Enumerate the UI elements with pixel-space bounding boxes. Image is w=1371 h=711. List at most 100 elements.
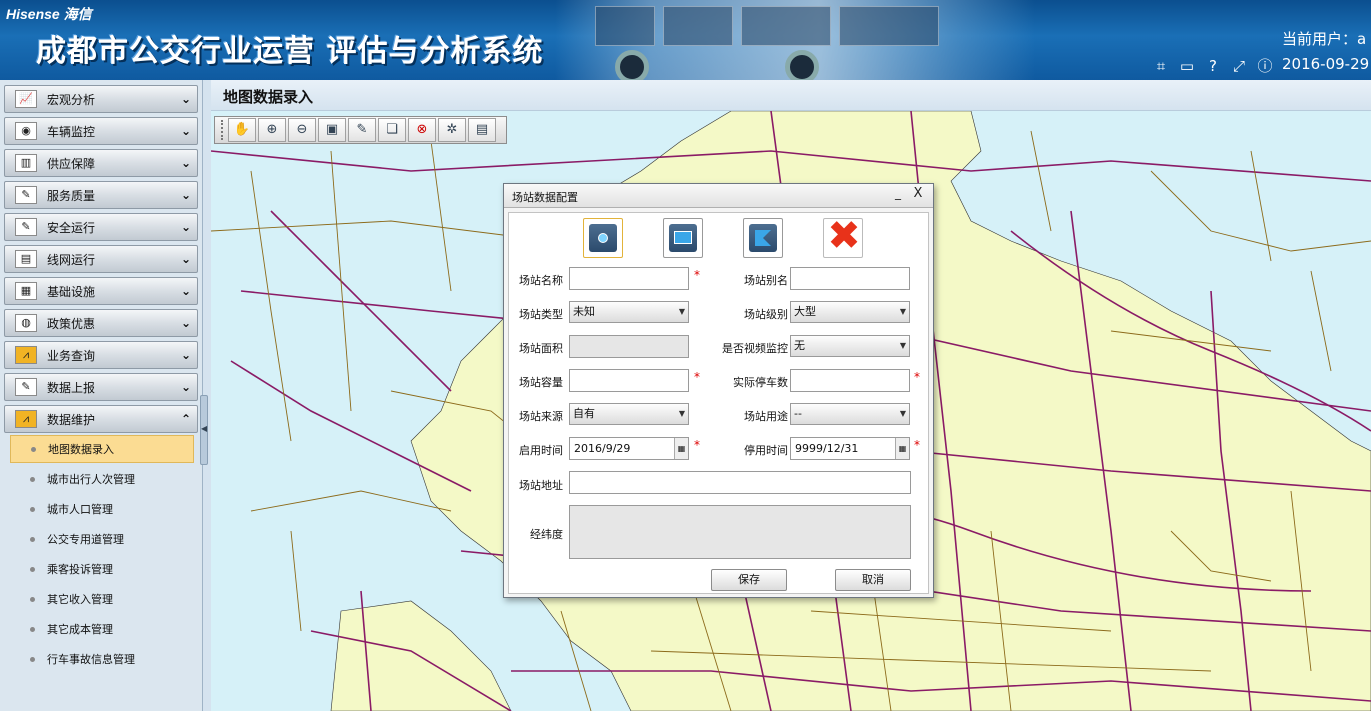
- coordinates-label: 经纬度: [530, 528, 563, 541]
- current-date: 2016-09-29: [1282, 55, 1370, 73]
- save-button[interactable]: 保存: [711, 569, 787, 591]
- station-config-dialog: 场站数据配置 _ X ✖ 场站名称 * 场站别名 场站类型 未知 ▼ 场站级别 大…: [503, 183, 934, 598]
- polygon-shape-button[interactable]: [743, 218, 783, 258]
- station-source-label: 场站来源: [519, 410, 563, 423]
- sidebar-item-report[interactable]: ✎ 数据上报 ⌄: [4, 373, 198, 401]
- clear-shape-button[interactable]: ✖: [823, 213, 863, 259]
- red-x-icon: ✖: [827, 213, 861, 259]
- station-capacity-label: 场站容量: [519, 376, 563, 389]
- required-mark: *: [694, 370, 700, 384]
- sidebar-item-vehicle-monitor[interactable]: ◉ 车辆监控 ⌄: [4, 117, 198, 145]
- station-source-select[interactable]: 自有 ▼: [569, 403, 689, 425]
- edit-icon[interactable]: ✎: [348, 118, 376, 142]
- start-date-label: 启用时间: [519, 444, 563, 457]
- actual-parking-label: 实际停车数: [733, 376, 788, 389]
- toolbar-grip[interactable]: [221, 120, 224, 140]
- layers-icon[interactable]: ❏: [378, 118, 406, 142]
- crop-icon[interactable]: ⌗: [1152, 57, 1170, 75]
- bullet-icon: [30, 656, 35, 662]
- calendar-icon[interactable]: ▦: [674, 438, 688, 459]
- station-type-select[interactable]: 未知 ▼: [569, 301, 689, 323]
- submenu-city-population[interactable]: 城市人口管理: [10, 495, 194, 523]
- required-mark: *: [694, 268, 700, 282]
- chevron-down-icon: ⌄: [180, 156, 192, 170]
- station-usage-select[interactable]: -- ▼: [790, 403, 910, 425]
- chart-icon: ⩘: [15, 346, 37, 364]
- sidebar-item-supply[interactable]: ▥ 供应保障 ⌄: [4, 149, 198, 177]
- sidebar-item-network[interactable]: ▤ 线网运行 ⌄: [4, 245, 198, 273]
- submenu-accidents[interactable]: 行车事故信息管理: [10, 645, 194, 673]
- sidebar-item-service-quality[interactable]: ✎ 服务质量 ⌄: [4, 181, 198, 209]
- fullscreen-icon[interactable]: ⤢: [1230, 57, 1248, 75]
- actual-parking-input[interactable]: [790, 369, 910, 392]
- rectangle-icon: [669, 224, 697, 252]
- dialog-body: ✖ 场站名称 * 场站别名 场站类型 未知 ▼ 场站级别 大型 ▼ 场站面积 是否视…: [508, 212, 929, 594]
- station-name-input[interactable]: [569, 267, 689, 290]
- help-icon[interactable]: ?: [1204, 57, 1222, 75]
- table-icon[interactable]: ▤: [468, 118, 496, 142]
- sidebar-collapse-handle[interactable]: ◀: [200, 395, 208, 465]
- station-area-input: [569, 335, 689, 358]
- submenu-map-data-entry[interactable]: 地图数据录入: [10, 435, 194, 463]
- delete-icon[interactable]: ⊗: [408, 118, 436, 142]
- full-extent-icon[interactable]: ▣: [318, 118, 346, 142]
- rectangle-shape-button[interactable]: [663, 218, 703, 258]
- submenu-other-income[interactable]: 其它收入管理: [10, 585, 194, 613]
- close-icon[interactable]: X: [911, 186, 925, 201]
- submenu-complaints[interactable]: 乘客投诉管理: [10, 555, 194, 583]
- bullet-icon: [30, 596, 35, 602]
- station-alias-label: 场站别名: [744, 274, 788, 287]
- sidebar-item-policy[interactable]: ◍ 政策优惠 ⌄: [4, 309, 198, 337]
- bullet-icon: [30, 476, 35, 482]
- keyboard-icon[interactable]: ▭: [1178, 57, 1196, 75]
- submenu-other-cost[interactable]: 其它成本管理: [10, 615, 194, 643]
- submenu-bus-lanes[interactable]: 公交专用道管理: [10, 525, 194, 553]
- chart-icon: ⩘: [15, 410, 37, 428]
- sidebar-item-macro-analysis[interactable]: 📈 宏观分析 ⌄: [4, 85, 198, 113]
- chevron-down-icon: ⌄: [180, 316, 192, 330]
- chevron-down-icon: ⌄: [180, 92, 192, 106]
- station-alias-input[interactable]: [790, 267, 910, 290]
- header-banner-image: [555, 0, 1035, 80]
- station-address-input[interactable]: [569, 471, 911, 494]
- main-title-bar: 地图数据录入: [211, 80, 1371, 111]
- station-address-label: 场站地址: [519, 479, 563, 492]
- station-capacity-input[interactable]: [569, 369, 689, 392]
- bullet-icon: [30, 626, 35, 632]
- coordinates-textarea: [569, 505, 911, 559]
- edit-icon: ✎: [15, 378, 37, 396]
- dialog-title: 场站数据配置: [512, 191, 578, 204]
- chevron-down-icon: ⌄: [180, 348, 192, 362]
- submenu-city-trips[interactable]: 城市出行人次管理: [10, 465, 194, 493]
- sidebar-item-safety[interactable]: ✎ 安全运行 ⌄: [4, 213, 198, 241]
- station-area-label: 场站面积: [519, 342, 563, 355]
- stop-date-label: 停用时间: [744, 444, 788, 457]
- dialog-header[interactable]: 场站数据配置 _ X: [504, 184, 933, 208]
- sidebar-item-query[interactable]: ⩘ 业务查询 ⌄: [4, 341, 198, 369]
- dropdown-arrow-icon: ▼: [899, 307, 906, 316]
- cancel-button[interactable]: 取消: [835, 569, 911, 591]
- zoom-in-icon[interactable]: ⊕: [258, 118, 286, 142]
- camera-icon: ◉: [15, 122, 37, 140]
- infrastructure-icon: ▦: [15, 282, 37, 300]
- sidebar-item-infrastructure[interactable]: ▦ 基础设施 ⌄: [4, 277, 198, 305]
- station-level-select[interactable]: 大型 ▼: [790, 301, 910, 323]
- stop-date-input[interactable]: 9999/12/31 ▦: [790, 437, 910, 460]
- clear-icon[interactable]: ✲: [438, 118, 466, 142]
- bullet-icon: [30, 506, 35, 512]
- info-icon[interactable]: ⓘ: [1256, 57, 1274, 75]
- bullet-icon: [30, 566, 35, 572]
- required-mark: *: [914, 370, 920, 384]
- sidebar-item-data-maintenance[interactable]: ⩘ 数据维护 ⌃: [4, 405, 198, 433]
- point-shape-button[interactable]: [583, 218, 623, 258]
- pan-hand-icon[interactable]: ✋: [228, 118, 256, 142]
- current-user: 当前用户：a: [1282, 30, 1367, 48]
- calendar-icon[interactable]: ▦: [895, 438, 909, 459]
- minimize-icon[interactable]: _: [891, 186, 905, 200]
- video-monitor-select[interactable]: 无 ▼: [790, 335, 910, 357]
- station-name-label: 场站名称: [519, 274, 563, 287]
- zoom-out-icon[interactable]: ⊖: [288, 118, 316, 142]
- start-date-input[interactable]: 2016/9/29 ▦: [569, 437, 689, 460]
- polygon-icon: [749, 224, 777, 252]
- chevron-down-icon: ⌄: [180, 284, 192, 298]
